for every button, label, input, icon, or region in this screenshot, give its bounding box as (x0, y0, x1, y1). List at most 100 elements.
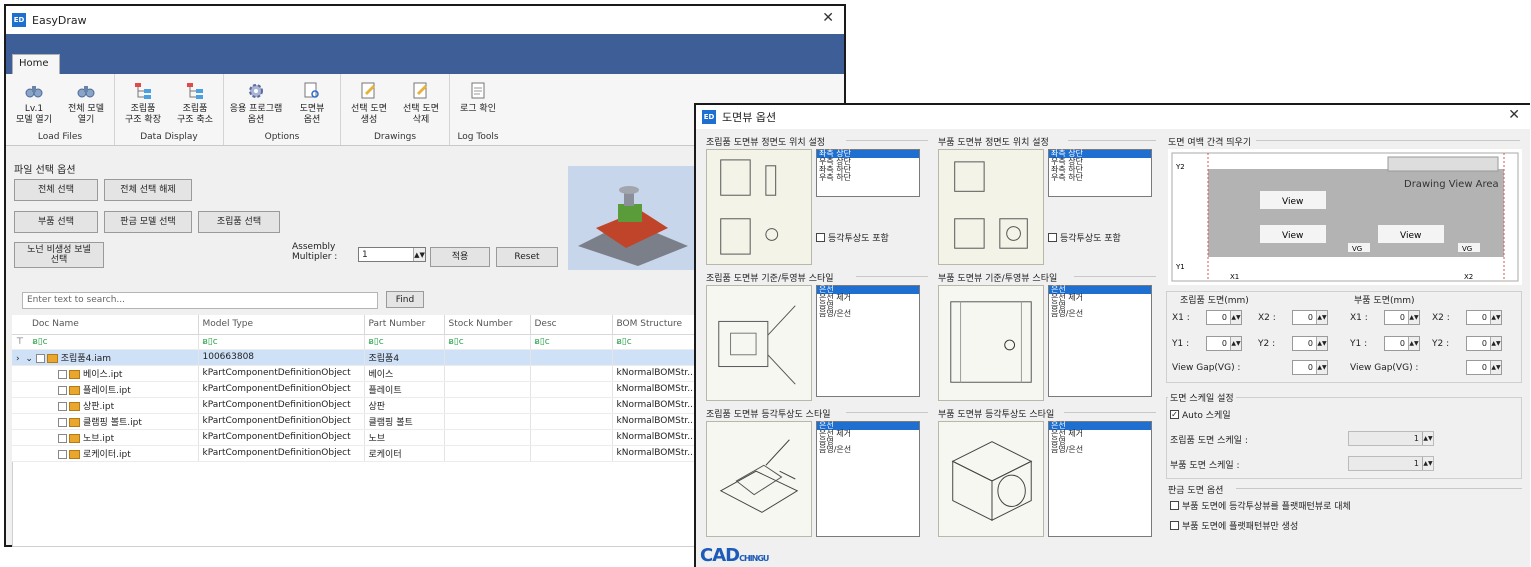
row-checkbox[interactable] (58, 449, 67, 459)
col-bom-structure[interactable]: BOM Structure (612, 315, 699, 335)
checkbox-box[interactable] (1170, 521, 1179, 530)
select-all-button[interactable]: 전체 선택 (14, 179, 98, 201)
deselect-all-button[interactable]: 전체 선택 해제 (104, 179, 192, 201)
table-row[interactable]: 노브.ipt kPartComponentDefinitionObject 노브 kN… (12, 429, 699, 446)
checkbox-box[interactable] (1048, 233, 1057, 242)
spin-icon[interactable]: ▲▼ (1490, 337, 1501, 350)
find-button[interactable]: Find (386, 291, 424, 308)
dialog-close-icon[interactable]: ✕ (1508, 107, 1520, 123)
part-scale-input[interactable]: 1 ▲▼ (1348, 456, 1434, 471)
row-checkbox[interactable] (58, 401, 67, 411)
col-desc[interactable]: Desc (530, 315, 613, 335)
col-doc-name[interactable]: Doc Name (12, 315, 199, 335)
table-row[interactable]: 클램핑 볼트.ipt kPartComponentDefinitionObject… (12, 413, 699, 430)
list-item[interactable]: 음영/은선 (817, 310, 919, 318)
asm-gap-input[interactable]: 0 ▲▼ (1292, 360, 1328, 375)
row-checkbox[interactable] (58, 369, 67, 379)
spin-icon[interactable]: ▲▼ (1422, 432, 1433, 445)
part-x1-input[interactable]: 0 ▲▼ (1384, 310, 1420, 325)
app-options-button[interactable]: 응용 프로그램 옵션 (226, 76, 286, 130)
assembly-multiplier-input[interactable]: 1 ▲▼ (358, 247, 426, 262)
row-checkbox[interactable] (58, 417, 67, 427)
spin-icon[interactable]: ▲▼ (1490, 361, 1501, 374)
spin-icon[interactable]: ▲▼ (1490, 311, 1501, 324)
sheet-iso-replace-checkbox[interactable]: 부품 도면에 등각투상뷰를 플랫패턴뷰로 대체 (1170, 499, 1351, 512)
spin-icon[interactable]: ▲▼ (1230, 311, 1241, 324)
view-options-button[interactable]: 도면뷰 옵션 (286, 76, 338, 130)
preview-view-3: View (1400, 231, 1421, 241)
view-log-button[interactable]: 로그 확인 (452, 76, 504, 130)
asm-y1-input[interactable]: 0 ▲▼ (1206, 336, 1242, 351)
part-gap-input[interactable]: 0 ▲▼ (1466, 360, 1502, 375)
close-icon[interactable]: ✕ (822, 10, 834, 26)
spin-icon[interactable]: ▲▼ (1316, 337, 1327, 350)
list-item[interactable]: 음영/은선 (1049, 446, 1151, 454)
checkbox-box[interactable] (1170, 501, 1179, 510)
delete-drawing-button[interactable]: 선택 도면 삭제 (395, 76, 447, 130)
chevron-down-icon[interactable]: ⌄ (25, 354, 33, 364)
table-row[interactable]: 플레이트.ipt kPartComponentDefinitionObject 플레… (12, 381, 699, 398)
part-base-style-list[interactable]: 은선 은선 제거 음영 음영/은선 (1048, 285, 1152, 397)
spin-icon[interactable]: ▲▼ (1422, 457, 1433, 470)
list-item[interactable]: 음영/은선 (1049, 310, 1151, 318)
apply-button[interactable]: 적용 (430, 247, 490, 267)
table-row[interactable]: 로케이터.ipt kPartComponentDefinitionObject 로케… (12, 445, 699, 462)
asm-x1-input[interactable]: 0 ▲▼ (1206, 310, 1242, 325)
filter-cell[interactable]: ᴃ▯c (198, 334, 365, 350)
table-row[interactable]: › ⌄ 조립품4.iam 100663808 조립품4 (12, 349, 699, 366)
auto-scale-checkbox[interactable]: ✓ Auto 스케일 (1170, 408, 1231, 421)
search-input[interactable]: Enter text to search... (22, 292, 378, 309)
asm-iso-style-list[interactable]: 은선 은선 제거 음영 음영/은선 (816, 421, 920, 537)
assembly-select-button[interactable]: 조립품 선택 (198, 211, 280, 233)
spin-icon[interactable]: ▲▼ (1316, 311, 1327, 324)
table-row[interactable]: 베이스.ipt kPartComponentDefinitionObject 베이스… (12, 365, 699, 382)
spin-icon[interactable]: ▲▼ (1230, 337, 1241, 350)
filter-cell[interactable]: ᴃ▯c (444, 334, 531, 350)
row-checkbox[interactable] (35, 353, 45, 363)
open-all-models-button[interactable]: 전체 모델 열기 (60, 76, 112, 130)
filter-cell[interactable]: ᴃ▯c (612, 334, 699, 350)
spin-arrows-icon[interactable]: ▲▼ (413, 248, 425, 261)
col-model-type[interactable]: Model Type (198, 315, 365, 335)
collapse-assembly-button[interactable]: 조립품 구조 축소 (169, 76, 221, 130)
part-iso-style-list[interactable]: 은선 은선 제거 음영 음영/은선 (1048, 421, 1152, 537)
cell-desc (530, 429, 613, 446)
list-item[interactable]: 음영/은선 (817, 446, 919, 454)
expand-assembly-button[interactable]: 조립품 구조 확장 (117, 76, 169, 130)
asm-scale-input[interactable]: 1 ▲▼ (1348, 431, 1434, 446)
unused-model-select-button[interactable]: 노넌 비생성 보넬 선택 (14, 242, 104, 268)
spin-icon[interactable]: ▲▼ (1408, 311, 1419, 324)
part-iso-include-checkbox[interactable]: 등각투상도 포함 (1048, 231, 1121, 244)
tab-home[interactable]: Home (12, 54, 60, 74)
row-arrow-icon[interactable]: › (16, 354, 20, 364)
sheet-model-select-button[interactable]: 판금 모델 선택 (104, 211, 192, 233)
list-item[interactable]: 우측 하단 (817, 174, 919, 182)
checkbox-box[interactable] (816, 233, 825, 242)
row-checkbox[interactable] (58, 433, 67, 443)
part-select-button[interactable]: 부품 선택 (14, 211, 98, 233)
filter-cell[interactable]: ᴃ▯c (530, 334, 613, 350)
asm-iso-include-checkbox[interactable]: 등각투상도 포함 (816, 231, 889, 244)
row-checkbox[interactable] (58, 385, 67, 395)
filter-cell[interactable]: ⊤ ᴃ▯c (12, 334, 199, 350)
part-position-list[interactable]: 좌측 상단 우측 상단 좌측 하단 우측 하단 (1048, 149, 1152, 197)
asm-position-list[interactable]: 좌측 상단 우측 상단 좌측 하단 우측 하단 (816, 149, 920, 197)
lv1-model-open-button[interactable]: Lv.1 모델 열기 (8, 76, 60, 130)
create-drawing-button[interactable]: 선택 도면 생성 (343, 76, 395, 130)
spin-icon[interactable]: ▲▼ (1408, 337, 1419, 350)
checkbox-box[interactable]: ✓ (1170, 410, 1179, 419)
part-y2-input[interactable]: 0 ▲▼ (1466, 336, 1502, 351)
table-row[interactable]: 상판.ipt kPartComponentDefinitionObject 상판 kN… (12, 397, 699, 414)
asm-base-style-list[interactable]: 은선 은선 제거 음영 음영/은선 (816, 285, 920, 397)
part-x2-input[interactable]: 0 ▲▼ (1466, 310, 1502, 325)
col-part-number[interactable]: Part Number (364, 315, 445, 335)
part-y1-input[interactable]: 0 ▲▼ (1384, 336, 1420, 351)
asm-y2-input[interactable]: 0 ▲▼ (1292, 336, 1328, 351)
col-stock-number[interactable]: Stock Number (444, 315, 531, 335)
list-item[interactable]: 우측 하단 (1049, 174, 1151, 182)
spin-icon[interactable]: ▲▼ (1316, 361, 1327, 374)
filter-cell[interactable]: ᴃ▯c (364, 334, 445, 350)
reset-button[interactable]: Reset (496, 247, 558, 267)
sheet-flat-only-checkbox[interactable]: 부품 도면에 플랫패턴뷰만 생성 (1170, 519, 1298, 532)
asm-x2-input[interactable]: 0 ▲▼ (1292, 310, 1328, 325)
